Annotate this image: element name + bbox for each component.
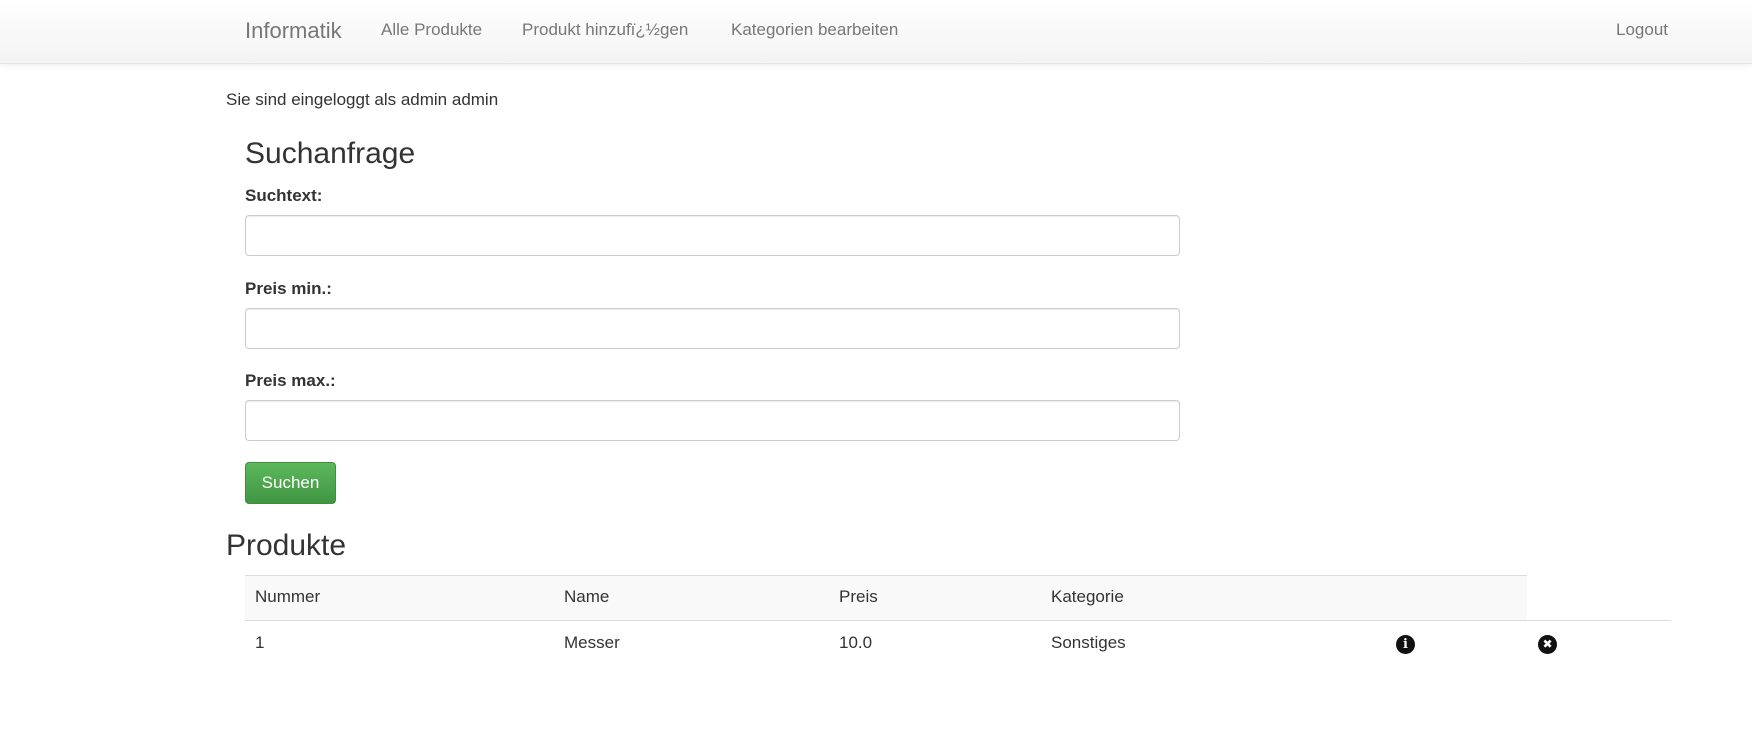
search-text-label: Suchtext: bbox=[245, 186, 323, 205]
search-button[interactable]: Suchen bbox=[245, 462, 336, 504]
nav-add-product[interactable]: Produkt hinzufï¿½gen bbox=[522, 20, 688, 40]
cell-nummer: 1 bbox=[255, 633, 265, 652]
search-heading: Suchanfrage bbox=[245, 137, 416, 170]
table-header bbox=[245, 575, 1527, 621]
table-header-divider bbox=[245, 620, 1671, 621]
cell-kategorie: Sonstiges bbox=[1051, 633, 1126, 652]
nav-all-products[interactable]: Alle Produkte bbox=[381, 20, 482, 40]
login-status-text: Sie sind eingeloggt als admin admin bbox=[226, 90, 499, 109]
top-navbar: Informatik Alle Produkte Produkt hinzufï… bbox=[0, 0, 1752, 64]
nav-logout[interactable]: Logout bbox=[1616, 20, 1668, 40]
column-header-kategorie: Kategorie bbox=[1051, 587, 1124, 606]
navbar-brand[interactable]: Informatik bbox=[245, 18, 342, 44]
products-heading: Produkte bbox=[226, 529, 347, 562]
price-min-input[interactable] bbox=[245, 308, 1180, 349]
price-min-label: Preis min.: bbox=[245, 279, 332, 298]
nav-edit-categories[interactable]: Kategorien bearbeiten bbox=[731, 20, 898, 40]
search-text-input[interactable] bbox=[245, 215, 1180, 256]
cell-name: Messer bbox=[564, 633, 620, 652]
cell-preis: 10.0 bbox=[839, 633, 873, 652]
column-header-preis: Preis bbox=[839, 587, 878, 606]
price-max-label: Preis max.: bbox=[245, 371, 336, 390]
column-header-nummer: Nummer bbox=[255, 587, 321, 606]
column-header-name: Name bbox=[564, 587, 610, 606]
price-max-input[interactable] bbox=[245, 400, 1180, 441]
delete-icon[interactable]: ✖ bbox=[1538, 635, 1557, 654]
info-icon[interactable]: i bbox=[1396, 635, 1415, 654]
